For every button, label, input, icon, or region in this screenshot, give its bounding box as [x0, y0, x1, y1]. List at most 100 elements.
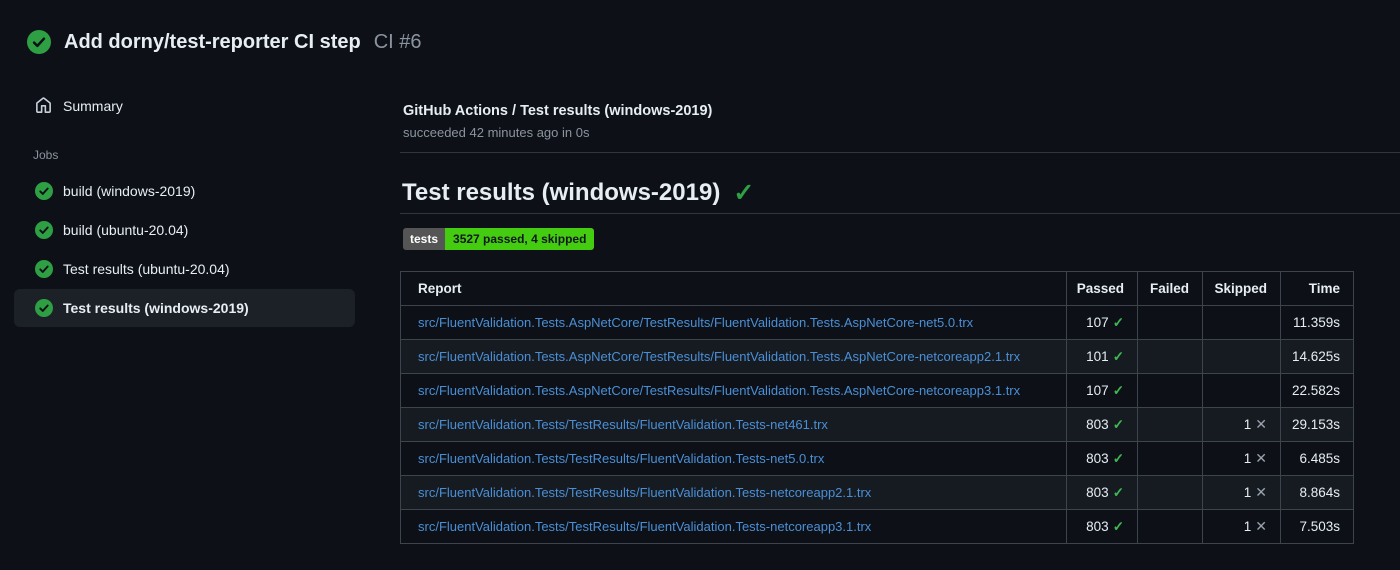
skipped-count: 1	[1243, 519, 1252, 534]
skipped-count: 1	[1243, 485, 1252, 500]
report-link[interactable]: src/FluentValidation.Tests/TestResults/F…	[418, 451, 824, 466]
skipped-count: 1	[1243, 417, 1252, 432]
time-cell: 7.503s	[1280, 509, 1354, 544]
column-header-time: Time	[1280, 271, 1354, 306]
check-header: GitHub Actions / Test results (windows-2…	[403, 103, 712, 140]
skipped-cell: 1 ✕	[1202, 407, 1281, 442]
check-circle-icon	[35, 182, 53, 200]
skipped-cell: 1 ✕	[1202, 441, 1281, 476]
table-row: src/FluentValidation.Tests/TestResults/F…	[400, 441, 1354, 476]
time-value: 14.625s	[1291, 349, 1340, 364]
time-cell: 11.359s	[1280, 305, 1354, 340]
time-value: 11.359s	[1292, 315, 1340, 330]
report-link[interactable]: src/FluentValidation.Tests/TestResults/F…	[418, 519, 871, 534]
time-cell: 29.153s	[1280, 407, 1354, 442]
sidebar-job-item[interactable]: Test results (ubuntu-20.04)	[14, 250, 355, 288]
passed-count: 803	[1086, 416, 1109, 432]
sidebar-job-item[interactable]: build (windows-2019)	[14, 172, 355, 210]
job-label: build (ubuntu-20.04)	[63, 222, 189, 238]
report-link[interactable]: src/FluentValidation.Tests/TestResults/F…	[418, 485, 871, 500]
time-value: 22.582s	[1291, 383, 1340, 398]
run-number: CI #6	[373, 30, 422, 53]
job-label: Test results (windows-2019)	[63, 300, 249, 316]
sidebar-item-summary[interactable]: Summary	[14, 88, 355, 123]
x-icon: ✕	[1255, 518, 1267, 534]
failed-cell	[1137, 373, 1203, 408]
report-cell: src/FluentValidation.Tests.AspNetCore/Te…	[400, 305, 1067, 340]
x-icon: ✕	[1255, 450, 1267, 466]
tests-badge[interactable]: tests 3527 passed, 4 skipped	[403, 228, 595, 250]
check-icon: ✓	[1112, 484, 1124, 500]
badge-label: tests	[403, 228, 446, 250]
report-link[interactable]: src/FluentValidation.Tests.AspNetCore/Te…	[418, 349, 1020, 364]
time-cell: 8.864s	[1280, 475, 1354, 510]
divider	[400, 213, 1400, 214]
badge-value: 3527 passed, 4 skipped	[445, 228, 595, 250]
check-icon: ✓	[1112, 314, 1124, 330]
time-cell: 14.625s	[1280, 339, 1354, 374]
table-row: src/FluentValidation.Tests/TestResults/F…	[400, 407, 1354, 442]
report-link[interactable]: src/FluentValidation.Tests.AspNetCore/Te…	[418, 383, 1020, 398]
table-row: src/FluentValidation.Tests.AspNetCore/Te…	[400, 339, 1354, 374]
sidebar-job-item[interactable]: build (ubuntu-20.04)	[14, 211, 355, 249]
check-icon: ✓	[1112, 518, 1124, 534]
table-row: src/FluentValidation.Tests.AspNetCore/Te…	[400, 373, 1354, 408]
divider	[400, 152, 1400, 153]
failed-cell	[1137, 509, 1203, 544]
home-icon	[36, 97, 51, 113]
time-value: 6.485s	[1299, 451, 1340, 466]
check-circle-icon	[35, 221, 53, 239]
skipped-cell	[1202, 339, 1281, 374]
run-title: Add dorny/test-reporter CI step	[64, 30, 361, 53]
table-row: src/FluentValidation.Tests/TestResults/F…	[400, 475, 1354, 510]
table-row: src/FluentValidation.Tests.AspNetCore/Te…	[400, 305, 1354, 340]
skipped-cell: 1 ✕	[1202, 509, 1281, 544]
check-icon: ✓	[1112, 382, 1124, 398]
x-icon: ✕	[1255, 484, 1267, 500]
passed-cell: 803 ✓	[1066, 475, 1138, 510]
table-row: src/FluentValidation.Tests/TestResults/F…	[400, 509, 1354, 544]
check-icon: ✓	[733, 178, 755, 207]
passed-cell: 107 ✓	[1066, 373, 1138, 408]
passed-count: 803	[1086, 450, 1109, 466]
time-value: 7.503s	[1299, 519, 1340, 534]
skipped-cell	[1202, 373, 1281, 408]
column-header-passed: Passed	[1066, 271, 1138, 306]
failed-cell	[1137, 339, 1203, 374]
check-circle-icon	[27, 30, 51, 54]
report-link[interactable]: src/FluentValidation.Tests/TestResults/F…	[418, 417, 828, 432]
sidebar: Summary Jobs build (windows-2019) build …	[14, 88, 355, 328]
table-body: src/FluentValidation.Tests.AspNetCore/Te…	[400, 305, 1354, 544]
time-cell: 22.582s	[1280, 373, 1354, 408]
passed-cell: 803 ✓	[1066, 407, 1138, 442]
passed-count: 101	[1086, 348, 1109, 364]
report-cell: src/FluentValidation.Tests/TestResults/F…	[400, 509, 1067, 544]
report-link[interactable]: src/FluentValidation.Tests.AspNetCore/Te…	[418, 315, 973, 330]
check-icon: ✓	[1112, 450, 1124, 466]
report-cell: src/FluentValidation.Tests.AspNetCore/Te…	[400, 373, 1067, 408]
summary-label: Summary	[63, 97, 123, 114]
section-heading: Test results (windows-2019) ✓	[402, 179, 754, 207]
job-label: build (windows-2019)	[63, 183, 196, 199]
x-icon: ✕	[1255, 416, 1267, 432]
report-cell: src/FluentValidation.Tests/TestResults/F…	[400, 475, 1067, 510]
jobs-list: build (windows-2019) build (ubuntu-20.04…	[14, 172, 355, 327]
check-circle-icon	[35, 299, 53, 317]
column-header-failed: Failed	[1137, 271, 1203, 306]
sidebar-job-item-selected[interactable]: Test results (windows-2019)	[14, 289, 355, 327]
check-status: succeeded 42 minutes ago in 0s	[403, 125, 590, 140]
check-icon: ✓	[1112, 416, 1124, 432]
failed-cell	[1137, 305, 1203, 340]
passed-cell: 101 ✓	[1066, 339, 1138, 374]
report-cell: src/FluentValidation.Tests/TestResults/F…	[400, 441, 1067, 476]
passed-count: 803	[1086, 518, 1109, 534]
report-cell: src/FluentValidation.Tests.AspNetCore/Te…	[400, 339, 1067, 374]
test-results-table: Report Passed Failed Skipped Time src/Fluent…	[400, 271, 1354, 544]
check-name: GitHub Actions / Test results (windows-2…	[403, 103, 713, 119]
failed-cell	[1137, 441, 1203, 476]
passed-cell: 803 ✓	[1066, 441, 1138, 476]
skipped-cell	[1202, 305, 1281, 340]
section-title: Test results (windows-2019)	[402, 179, 721, 206]
check-icon: ✓	[1112, 348, 1124, 364]
check-circle-icon	[35, 260, 53, 278]
